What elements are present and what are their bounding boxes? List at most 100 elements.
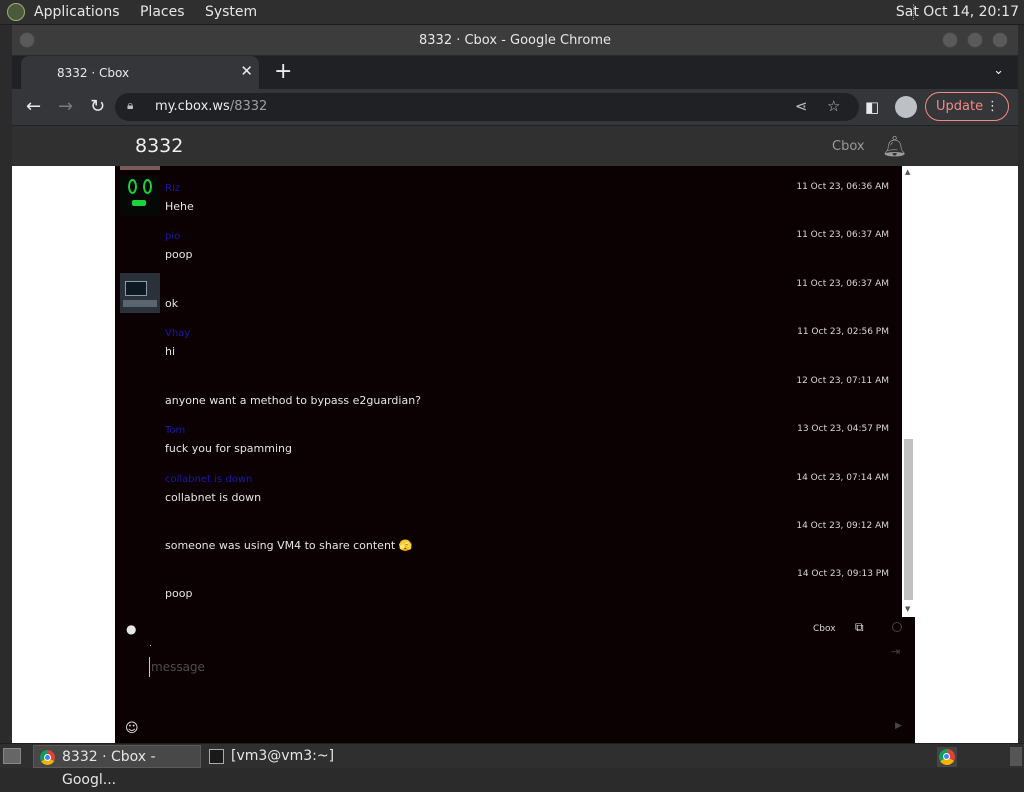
message-time: 11 Oct 23, 06:37 AM bbox=[796, 230, 889, 240]
send-icon[interactable]: ▶ bbox=[895, 721, 902, 731]
tab-search-icon[interactable]: ⌄ bbox=[993, 63, 1004, 78]
message-nick[interactable]: collabnet is down bbox=[165, 474, 252, 485]
tab-active[interactable]: 8332 · Cbox ✕ bbox=[21, 56, 259, 89]
message-text: fuck you for spamming bbox=[165, 442, 292, 455]
tray-chrome-launcher[interactable] bbox=[937, 747, 957, 767]
address-bar[interactable]: 🔒︎ my.cbox.ws/8332 ⋖ ☆ bbox=[115, 93, 859, 121]
bookmark-star-icon[interactable]: ☆ bbox=[827, 97, 840, 115]
message-text: collabnet is down bbox=[165, 491, 262, 504]
cbox-brand-link[interactable]: Cbox bbox=[832, 139, 865, 154]
update-button[interactable]: Update ⋮ bbox=[925, 92, 1009, 121]
message-nick[interactable]: Vhay bbox=[165, 328, 190, 339]
message-text: someone was using VM4 to share content 🫣 bbox=[165, 539, 413, 552]
avatar bbox=[120, 273, 160, 313]
chat-message: pio 11 Oct 23, 06:37 AM poop bbox=[115, 218, 902, 266]
taskbar-chrome-window[interactable]: 8332 · Cbox - Googl... bbox=[33, 745, 201, 788]
scroll-down-icon[interactable]: ▼ bbox=[905, 605, 910, 613]
message-text: anyone want a method to bypass e2guardia… bbox=[165, 394, 422, 407]
message-time: 12 Oct 23, 07:11 AM bbox=[796, 376, 889, 386]
message-text: hi bbox=[165, 345, 176, 358]
taskbar: 8332 · Cbox - Googl... [vm3@vm3:~] bbox=[0, 743, 1024, 788]
room-name: 8332 bbox=[135, 135, 184, 157]
task-label: [vm3@vm3:~] bbox=[231, 748, 335, 764]
chrome-menu-icon[interactable]: ⋮ bbox=[986, 93, 999, 120]
message-nick[interactable]: pio bbox=[165, 231, 180, 242]
chat-box: Riz 11 Oct 23, 06:36 AM Hehe pio 11 Oct … bbox=[115, 166, 915, 743]
bell-icon[interactable]: 🔔︎ bbox=[882, 134, 907, 158]
chat-footer: ● Cbox ⧉ ⇥ . ☺ ▶ bbox=[115, 617, 915, 743]
profile-avatar-icon[interactable] bbox=[895, 96, 917, 118]
name-field[interactable]: . bbox=[149, 639, 152, 649]
message-time: 13 Oct 23, 04:57 PM bbox=[797, 424, 889, 434]
message-time: 14 Oct 23, 07:14 AM bbox=[796, 473, 889, 483]
update-label: Update bbox=[936, 99, 984, 114]
show-desktop-icon[interactable] bbox=[3, 748, 21, 764]
url-host: my.cbox.ws bbox=[155, 99, 230, 114]
tab-close-icon[interactable]: ✕ bbox=[240, 62, 253, 80]
message-text: poop bbox=[165, 587, 193, 600]
new-tab-icon[interactable]: + bbox=[274, 59, 292, 84]
chat-message: 14 Oct 23, 09:12 AM someone was using VM… bbox=[115, 509, 902, 557]
maximize-icon[interactable] bbox=[967, 32, 983, 48]
message-time: 11 Oct 23, 06:37 AM bbox=[796, 279, 889, 289]
chat-message: 12 Oct 23, 07:11 AM anyone want a method… bbox=[115, 364, 902, 412]
side-panel-icon[interactable]: ◧ bbox=[865, 98, 879, 116]
system-menu[interactable]: System bbox=[205, 4, 257, 20]
window-menu-icon[interactable] bbox=[19, 32, 35, 48]
terminal-icon bbox=[209, 749, 224, 764]
scrollbar-thumb[interactable] bbox=[904, 439, 913, 600]
message-text: ok bbox=[165, 297, 179, 310]
chat-message: collabnet is down 14 Oct 23, 07:14 AM co… bbox=[115, 461, 902, 509]
url-text[interactable]: my.cbox.ws/8332 bbox=[155, 99, 267, 114]
window-titlebar[interactable]: 8332 · Cbox - Google Chrome bbox=[12, 25, 1018, 56]
login-icon[interactable]: ⇥ bbox=[891, 645, 900, 658]
page-content: 8332 Cbox 🔔︎ Riz 11 Oct 23, 06:36 AM Heh… bbox=[12, 126, 1018, 743]
lock-icon[interactable]: 🔒︎ bbox=[127, 98, 133, 113]
message-time: 11 Oct 23, 02:56 PM bbox=[797, 327, 889, 337]
message-time: 14 Oct 23, 09:12 AM bbox=[796, 521, 889, 531]
status-circle-icon[interactable] bbox=[892, 622, 902, 632]
message-nick[interactable]: Riz bbox=[165, 183, 180, 194]
emoji-icon[interactable]: ☺ bbox=[125, 721, 139, 736]
applications-menu[interactable]: Applications bbox=[34, 4, 120, 20]
clock[interactable]: Sat Oct 14, 20:17 bbox=[896, 4, 1019, 20]
message-input[interactable] bbox=[149, 657, 749, 677]
close-window-icon[interactable] bbox=[992, 32, 1008, 48]
back-icon[interactable]: ← bbox=[26, 96, 41, 117]
url-path: /8332 bbox=[229, 99, 268, 114]
message-text: poop bbox=[165, 248, 193, 261]
chat-message: 14 Oct 23, 09:13 PM poop bbox=[115, 557, 902, 605]
popout-icon[interactable]: ⧉ bbox=[855, 620, 864, 635]
window-title: 8332 · Cbox - Google Chrome bbox=[419, 33, 611, 48]
tab-title: 8332 · Cbox bbox=[57, 66, 130, 80]
user-icon[interactable]: ● bbox=[126, 622, 136, 636]
browser-toolbar: ← → ↻ 🔒︎ my.cbox.ws/8332 ⋖ ☆ ◧ Update ⋮ bbox=[12, 89, 1018, 125]
share-icon[interactable]: ⋖ bbox=[795, 97, 808, 115]
taskbar-terminal-window[interactable]: [vm3@vm3:~] bbox=[203, 745, 383, 768]
scroll-up-icon[interactable]: ▲ bbox=[905, 168, 910, 176]
tab-bar: 8332 · Cbox ✕ + ⌄ bbox=[12, 56, 1018, 89]
message-time: 11 Oct 23, 06:36 AM bbox=[796, 182, 889, 192]
message-time: 14 Oct 23, 09:13 PM bbox=[797, 569, 889, 579]
chat-message: Vhay 11 Oct 23, 02:56 PM hi bbox=[115, 315, 902, 363]
minimize-icon[interactable] bbox=[942, 32, 958, 48]
chrome-icon bbox=[40, 750, 55, 765]
task-label: 8332 · Cbox - Googl... bbox=[62, 749, 156, 788]
workspace-switcher[interactable] bbox=[1010, 747, 1022, 766]
chat-scrollbar[interactable]: ▲ ▼ bbox=[902, 166, 915, 617]
panel-menu: Applications Places System bbox=[34, 4, 273, 20]
chat-message: Riz 11 Oct 23, 06:36 AM Hehe bbox=[115, 170, 902, 218]
chrome-window: 8332 · Cbox - Google Chrome 8332 · Cbox … bbox=[12, 25, 1018, 743]
message-nick[interactable]: Tom bbox=[165, 425, 185, 436]
top-panel: Applications Places System Sat Oct 14, 2… bbox=[0, 0, 1024, 25]
chat-message: Tom 13 Oct 23, 04:57 PM fuck you for spa… bbox=[115, 412, 902, 460]
reload-icon[interactable]: ↻ bbox=[90, 96, 105, 117]
forward-icon[interactable]: → bbox=[58, 96, 73, 117]
chat-message: 11 Oct 23, 06:37 AM ok bbox=[115, 267, 902, 315]
chrome-icon bbox=[939, 749, 955, 765]
places-menu[interactable]: Places bbox=[140, 4, 185, 20]
message-text: Hehe bbox=[165, 200, 194, 213]
avatar bbox=[120, 176, 160, 216]
cbox-footer-link[interactable]: Cbox bbox=[813, 624, 836, 634]
distro-logo-icon[interactable] bbox=[7, 3, 25, 21]
